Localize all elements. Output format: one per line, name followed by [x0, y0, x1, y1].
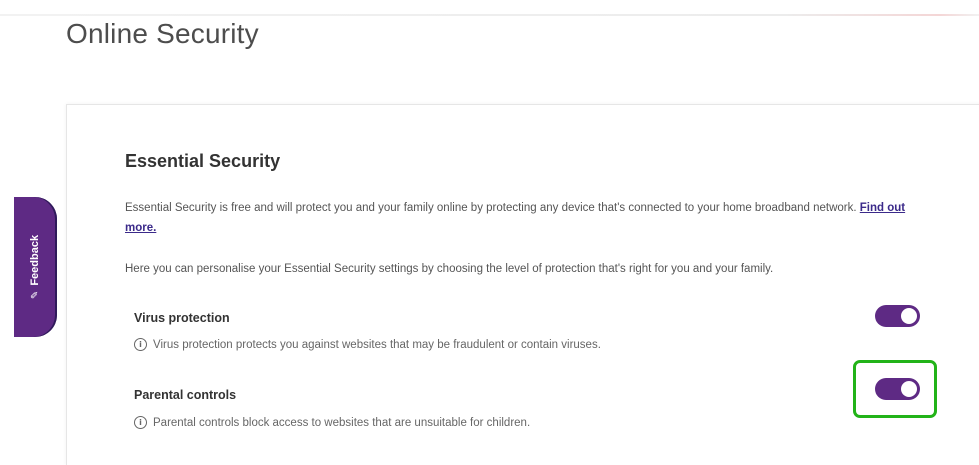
- description-text: Essential Security is free and will prot…: [125, 202, 857, 214]
- info-icon: i: [134, 338, 147, 351]
- feedback-label-group: ✎ Feedback: [30, 235, 42, 299]
- virus-protection-note-text: Virus protection protects you against we…: [153, 338, 601, 351]
- personalise-text: Here you can personalise your Essential …: [125, 263, 774, 275]
- feedback-icon: ✎: [30, 290, 42, 300]
- top-divider: [0, 14, 979, 16]
- parental-controls-note-text: Parental controls block access to websit…: [153, 416, 531, 429]
- virus-protection-note: i Virus protection protects you against …: [134, 338, 601, 351]
- virus-protection-title: Virus protection: [134, 311, 230, 325]
- info-icon: i: [134, 416, 147, 429]
- feedback-tab[interactable]: ✎ Feedback: [14, 197, 57, 337]
- toggle-knob: [901, 308, 917, 324]
- section-description: Essential Security is free and will prot…: [125, 198, 925, 238]
- feedback-label: Feedback: [29, 234, 42, 286]
- parental-controls-note: i Parental controls block access to webs…: [134, 416, 530, 429]
- page-title: Online Security: [66, 18, 259, 49]
- section-title: Essential Security: [125, 151, 281, 171]
- virus-protection-toggle[interactable]: [875, 305, 920, 327]
- parental-controls-title: Parental controls: [134, 388, 237, 402]
- highlight-box: [853, 360, 937, 418]
